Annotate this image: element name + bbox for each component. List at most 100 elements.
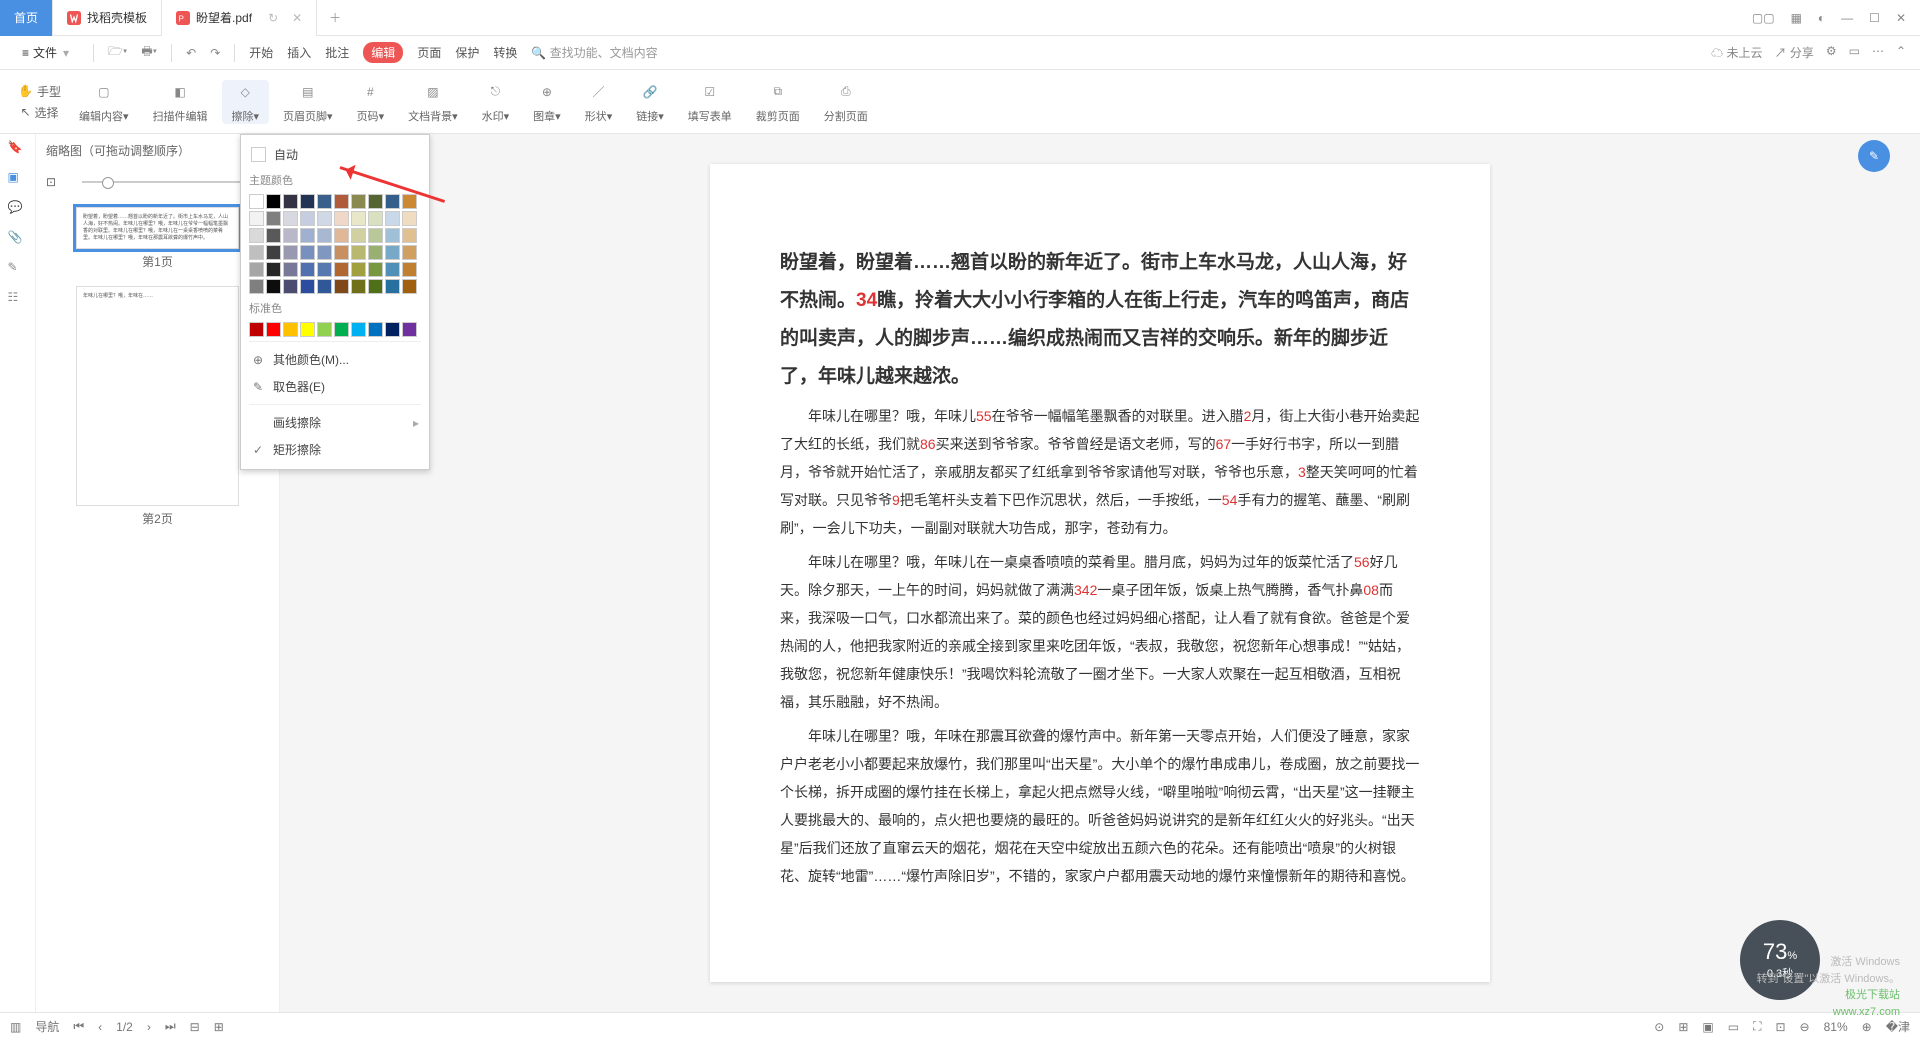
page-canvas[interactable]: 盼望着，盼望着……翘首以盼的新年近了。街市上车水马龙，人山人海，好不热闹。34瞧… xyxy=(280,134,1920,1012)
thumb-page-2[interactable]: 年味儿在哪里？哦，年味在…… xyxy=(76,286,239,506)
color-swatch[interactable] xyxy=(334,322,349,337)
color-swatch[interactable] xyxy=(266,228,281,243)
color-swatch[interactable] xyxy=(300,322,315,337)
dd-line-erase[interactable]: 画线擦除▸ xyxy=(249,409,421,436)
color-swatch[interactable] xyxy=(266,211,281,226)
color-swatch[interactable] xyxy=(334,194,349,209)
color-swatch[interactable] xyxy=(385,211,400,226)
fit-icon[interactable]: ⊡ xyxy=(46,175,56,189)
dd-auto[interactable]: 自动 xyxy=(249,141,421,168)
pointer-icon[interactable]: ↖ xyxy=(20,105,30,119)
tool-crop[interactable]: ⧉裁剪页面 xyxy=(746,80,810,124)
color-swatch[interactable] xyxy=(402,211,417,226)
gear-icon[interactable]: ⚙ xyxy=(1826,44,1837,61)
color-swatch[interactable] xyxy=(368,211,383,226)
color-swatch[interactable] xyxy=(317,322,332,337)
menu-annotate[interactable]: 批注 xyxy=(325,44,349,61)
color-swatch[interactable] xyxy=(351,228,366,243)
color-swatch[interactable] xyxy=(368,194,383,209)
sb-mode-5-icon[interactable]: ⛶ xyxy=(1753,1019,1761,1034)
color-swatch[interactable] xyxy=(351,211,366,226)
color-swatch[interactable] xyxy=(402,245,417,260)
color-swatch[interactable] xyxy=(266,322,281,337)
color-swatch[interactable] xyxy=(385,322,400,337)
sb-zoom-out-icon[interactable]: ⊖ xyxy=(1800,1020,1810,1034)
color-swatch[interactable] xyxy=(266,194,281,209)
color-swatch[interactable] xyxy=(283,245,298,260)
sb-mode-1-icon[interactable]: ⊙ xyxy=(1654,1020,1664,1034)
tab-home[interactable]: 首页 xyxy=(0,0,53,36)
menu-protect[interactable]: 保护 xyxy=(455,44,479,61)
sb-mode-6-icon[interactable]: ⊡ xyxy=(1775,1020,1785,1034)
color-swatch[interactable] xyxy=(300,228,315,243)
color-swatch[interactable] xyxy=(317,194,332,209)
color-swatch[interactable] xyxy=(334,228,349,243)
color-swatch[interactable] xyxy=(300,211,315,226)
sb-next-icon[interactable]: › xyxy=(147,1020,151,1034)
close-icon[interactable]: ✕ xyxy=(292,11,302,25)
color-swatch[interactable] xyxy=(402,279,417,294)
color-swatch[interactable] xyxy=(249,194,264,209)
color-swatch[interactable] xyxy=(385,194,400,209)
color-swatch[interactable] xyxy=(317,245,332,260)
tab-templates[interactable]: 找稻壳模板 xyxy=(53,0,162,36)
sb-zoom[interactable]: 81% xyxy=(1824,1020,1848,1034)
color-swatch[interactable] xyxy=(249,279,264,294)
color-swatch[interactable] xyxy=(385,262,400,277)
cloud-status[interactable]: ☁ 未上云 xyxy=(1711,44,1762,61)
attach-icon[interactable]: 📎 xyxy=(8,230,28,250)
bookmark-icon[interactable]: 🔖 xyxy=(8,140,28,160)
color-swatch[interactable] xyxy=(300,194,315,209)
tool-scan-edit[interactable]: ◧扫描件编辑 xyxy=(143,80,218,124)
tool-form[interactable]: ☑填写表单 xyxy=(678,80,742,124)
color-swatch[interactable] xyxy=(317,279,332,294)
color-swatch[interactable] xyxy=(402,228,417,243)
tool-watermark[interactable]: ⎋水印▾ xyxy=(472,80,520,124)
window-mode-icon[interactable]: ▭ xyxy=(1849,44,1860,61)
sb-more-icon[interactable]: �津 xyxy=(1886,1018,1910,1035)
maximize-icon[interactable]: ☐ xyxy=(1869,11,1880,25)
color-swatch[interactable] xyxy=(249,262,264,277)
color-swatch[interactable] xyxy=(266,279,281,294)
color-swatch[interactable] xyxy=(351,322,366,337)
color-swatch[interactable] xyxy=(249,211,264,226)
color-swatch[interactable] xyxy=(317,262,332,277)
sb-expand-icon[interactable]: ⊞ xyxy=(214,1020,224,1034)
color-swatch[interactable] xyxy=(266,262,281,277)
color-swatch[interactable] xyxy=(283,322,298,337)
hand-icon[interactable]: ✋ xyxy=(18,84,33,98)
tool-shape[interactable]: ／形状▾ xyxy=(575,80,623,124)
menu-edit[interactable]: 编辑 xyxy=(363,42,403,63)
color-swatch[interactable] xyxy=(385,245,400,260)
more-icon[interactable]: ⋯ xyxy=(1872,44,1884,61)
tab-document[interactable]: P 盼望着.pdf ↻ ✕ xyxy=(162,0,317,36)
sb-mode-3-icon[interactable]: ▣ xyxy=(1702,1020,1713,1034)
color-swatch[interactable] xyxy=(283,262,298,277)
sb-last-icon[interactable]: ⏭ xyxy=(165,1019,176,1034)
tool-split[interactable]: ⎙分割页面 xyxy=(814,80,878,124)
color-swatch[interactable] xyxy=(368,279,383,294)
sb-panel-icon[interactable]: ▥ xyxy=(10,1020,21,1034)
expand-icon[interactable]: ⌃ xyxy=(1896,44,1906,61)
tool-stamp[interactable]: ⊕图章▾ xyxy=(523,80,571,124)
sb-nav[interactable]: 导航 xyxy=(35,1018,59,1035)
color-swatch[interactable] xyxy=(249,322,264,337)
apps-icon[interactable]: ▦ xyxy=(1791,11,1802,25)
file-menu[interactable]: ≡ 文件 ▾ xyxy=(14,44,79,61)
color-swatch[interactable] xyxy=(351,262,366,277)
color-swatch[interactable] xyxy=(300,279,315,294)
dd-rect-erase[interactable]: ✓矩形擦除 xyxy=(249,436,421,463)
color-swatch[interactable] xyxy=(385,228,400,243)
color-swatch[interactable] xyxy=(249,245,264,260)
color-swatch[interactable] xyxy=(283,211,298,226)
sb-zoom-in-icon[interactable]: ⊕ xyxy=(1862,1020,1872,1034)
thumb-page-1[interactable]: 盼望着，盼望着……翘首以盼的新年近了。街市上车水马龙，人山人海，好不热闹。年味儿… xyxy=(76,207,239,249)
color-swatch[interactable] xyxy=(402,322,417,337)
tool-header-footer[interactable]: ▤页眉页脚▾ xyxy=(273,80,343,124)
color-swatch[interactable] xyxy=(334,211,349,226)
print-icon[interactable]: 🖶▾ xyxy=(141,42,157,63)
avatar-icon[interactable]: ◐ xyxy=(1818,11,1825,25)
sb-page[interactable]: 1/2 xyxy=(116,1020,133,1034)
thumbnail-icon[interactable]: ▣ xyxy=(8,170,28,190)
menu-page[interactable]: 页面 xyxy=(417,44,441,61)
